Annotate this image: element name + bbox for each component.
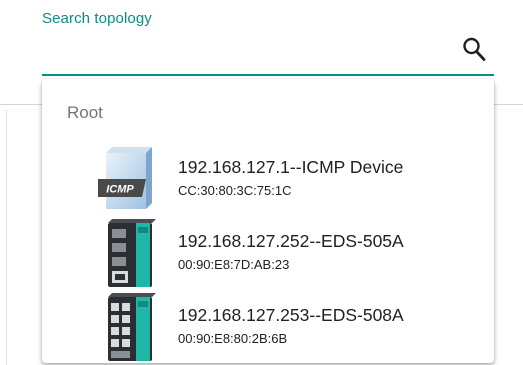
eds-505a-switch-icon (108, 219, 156, 287)
result-title: 192.168.127.253--EDS-508A (178, 305, 404, 325)
page-border (6, 110, 7, 365)
search-results-dropdown: Root ICMP 192.168.127.1--ICMP Device CC:… (42, 79, 494, 363)
search-topology-field[interactable]: Search topology (42, 0, 494, 78)
result-option-eds-505a[interactable]: 192.168.127.252--EDS-505A 00:90:E8:7D:AB… (42, 217, 494, 289)
result-title: 192.168.127.252--EDS-505A (178, 231, 404, 251)
search-icon[interactable] (462, 36, 486, 62)
result-title: 192.168.127.1--ICMP Device (178, 157, 404, 177)
eds-508a-switch-icon (108, 293, 156, 361)
group-label-root: Root (67, 103, 103, 122)
icmp-device-icon: ICMP (98, 147, 152, 209)
search-label: Search topology (42, 10, 152, 27)
result-mac: 00:90:E8:80:2B:6B (178, 331, 288, 346)
search-input[interactable] (42, 36, 456, 72)
result-option-eds-508a[interactable]: 192.168.127.253--EDS-508A 00:90:E8:80:2B… (42, 291, 494, 363)
svg-text:ICMP: ICMP (106, 184, 134, 196)
result-mac: 00:90:E8:7D:AB:23 (178, 257, 290, 272)
result-option-icmp-device[interactable]: ICMP 192.168.127.1--ICMP Device CC:30:80… (42, 143, 494, 215)
result-mac: CC:30:80:3C:75:1C (178, 183, 292, 198)
search-underline (42, 74, 494, 76)
